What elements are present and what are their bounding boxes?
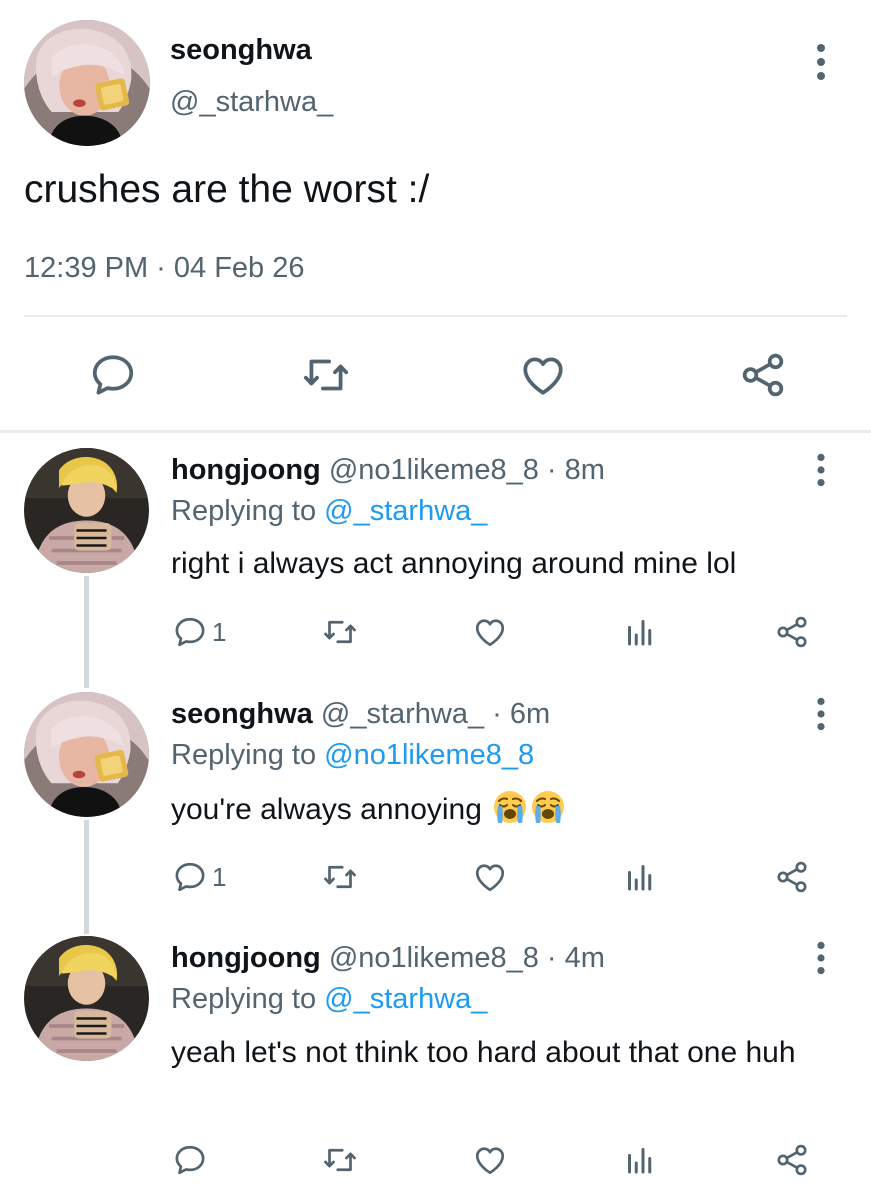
relative-time: · 4m	[538, 942, 605, 974]
reply-icon[interactable]	[88, 350, 138, 400]
avatar-image	[24, 448, 149, 573]
like-button[interactable]	[472, 1140, 508, 1180]
replying-prefix: Replying to	[171, 495, 325, 527]
replying-to: Replying to @_starhwa_	[171, 495, 487, 528]
tweet-text: crushes are the worst :/	[24, 168, 430, 211]
user-handle[interactable]: @no1likeme8_8	[329, 454, 539, 486]
display-name[interactable]: seonghwa	[170, 34, 312, 67]
like-button[interactable]	[472, 612, 508, 652]
share-icon	[774, 859, 810, 895]
divider	[24, 315, 847, 317]
analytics-button[interactable]	[622, 612, 658, 652]
reply-icon	[172, 614, 208, 650]
replying-to-link[interactable]: @no1likeme8_8	[324, 739, 534, 771]
user-handle[interactable]: @_starhwa_	[170, 86, 333, 119]
tweet-timestamp[interactable]: 12:39 PM · 04 Feb 26	[24, 252, 305, 285]
share-icon[interactable]	[738, 350, 788, 400]
avatar[interactable]	[24, 692, 149, 817]
replying-to: Replying to @_starhwa_	[171, 983, 487, 1016]
replying-to-link[interactable]: @_starhwa_	[324, 983, 487, 1015]
more-options-icon[interactable]	[810, 42, 832, 82]
loudly-crying-face-icon	[492, 789, 528, 825]
reply-text: yeah let's not think too hard about that…	[171, 1036, 796, 1069]
share-button[interactable]	[774, 1140, 810, 1180]
more-options-icon[interactable]	[810, 940, 832, 976]
like-icon	[472, 859, 508, 895]
thread-connector	[84, 820, 89, 934]
reply-count: 1	[212, 861, 227, 892]
replying-prefix: Replying to	[171, 983, 325, 1015]
reply-text: you're always annoying	[171, 793, 482, 826]
display-name[interactable]: hongjoong	[171, 942, 321, 974]
retweet-button[interactable]	[322, 857, 358, 897]
user-handle[interactable]: @_starhwa_	[321, 698, 484, 730]
reply-icon	[172, 859, 208, 895]
like-button[interactable]	[472, 857, 508, 897]
section-divider	[0, 430, 871, 433]
analytics-icon	[622, 859, 658, 895]
avatar-image	[24, 936, 149, 1061]
avatar[interactable]	[24, 20, 150, 146]
share-button[interactable]	[774, 612, 810, 652]
avatar[interactable]	[24, 448, 149, 573]
avatar-image	[24, 20, 150, 146]
retweet-icon	[322, 1142, 358, 1178]
reply-count: 1	[212, 616, 227, 647]
retweet-button[interactable]	[322, 1140, 358, 1180]
more-options-icon[interactable]	[810, 452, 832, 488]
share-icon	[774, 1142, 810, 1178]
reply-button[interactable]	[172, 1140, 212, 1180]
reply-button[interactable]: 1	[172, 612, 226, 652]
retweet-icon[interactable]	[301, 350, 351, 400]
relative-time: · 6m	[484, 698, 551, 730]
loudly-crying-face-icon	[530, 789, 566, 825]
reply-text-container: you're always annoying	[171, 789, 831, 829]
avatar-image	[24, 692, 149, 817]
reply-header: hongjoong @no1likeme8_8 · 8m	[171, 454, 605, 487]
display-name[interactable]: seonghwa	[171, 698, 313, 730]
like-icon	[472, 614, 508, 650]
thread-connector	[84, 576, 89, 688]
analytics-icon	[622, 614, 658, 650]
display-name[interactable]: hongjoong	[171, 454, 321, 486]
share-button[interactable]	[774, 857, 810, 897]
relative-time: · 8m	[538, 454, 605, 486]
like-icon[interactable]	[518, 350, 568, 400]
reply-header: seonghwa @_starhwa_ · 6m	[171, 698, 550, 731]
main-tweet: seonghwa @_starhwa_ crushes are the wors…	[0, 0, 871, 432]
replying-to: Replying to @no1likeme8_8	[171, 739, 534, 772]
retweet-icon	[322, 614, 358, 650]
analytics-button[interactable]	[622, 1140, 658, 1180]
more-options-icon[interactable]	[810, 696, 832, 732]
like-icon	[472, 1142, 508, 1178]
retweet-button[interactable]	[322, 612, 358, 652]
share-icon	[774, 614, 810, 650]
analytics-icon	[622, 1142, 658, 1178]
analytics-button[interactable]	[622, 857, 658, 897]
reply-icon	[172, 1142, 208, 1178]
avatar[interactable]	[24, 936, 149, 1061]
replying-prefix: Replying to	[171, 739, 325, 771]
retweet-icon	[322, 859, 358, 895]
replying-to-link[interactable]: @_starhwa_	[324, 495, 487, 527]
reply-button[interactable]: 1	[172, 857, 226, 897]
user-handle[interactable]: @no1likeme8_8	[329, 942, 539, 974]
reply-text: right i always act annoying around mine …	[171, 547, 737, 580]
reply-header: hongjoong @no1likeme8_8 · 4m	[171, 942, 605, 975]
